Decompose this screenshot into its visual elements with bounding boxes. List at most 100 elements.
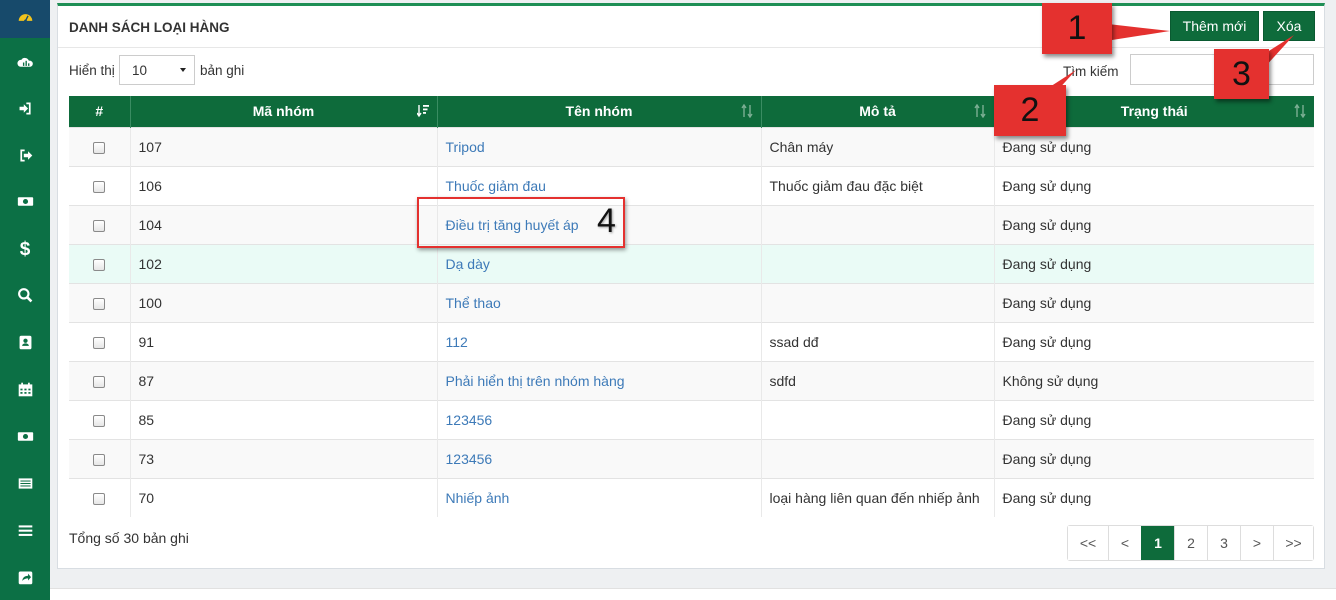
cell-description: ssad dđ: [761, 321, 995, 361]
cell-status: Đang sử dụng: [994, 204, 1314, 244]
pagination-page-3[interactable]: 3: [1207, 526, 1240, 560]
sidebar-item-money[interactable]: [0, 183, 50, 223]
cell-description: loại hàng liên quan đến nhiếp ảnh: [761, 477, 995, 517]
category-name-link[interactable]: Dạ dày: [446, 256, 490, 272]
sidebar-item-calendar[interactable]: [0, 371, 50, 411]
table-row: 100 Thể thao Đang sử dụng: [69, 282, 1314, 322]
cell-status: Đang sử dụng: [994, 477, 1314, 517]
cell-description: Thuốc giảm đau đặc biệt: [761, 165, 995, 205]
row-checkbox[interactable]: [93, 297, 106, 310]
category-name-link[interactable]: Thể thao: [446, 295, 501, 311]
cell-code: 100: [130, 282, 438, 322]
table-header-row: # Mã nhóm Tên nhóm Mô tả Trạng thái: [69, 96, 1314, 127]
sort-icon: [1294, 104, 1306, 118]
callout-1: 1: [1042, 3, 1112, 54]
table-row: 85 123456 Đang sử dụng: [69, 399, 1314, 439]
sidebar-item-money-2[interactable]: [0, 418, 50, 458]
sidebar-item-dollar[interactable]: $: [0, 230, 50, 270]
callout-2: 2: [994, 85, 1066, 136]
share-icon: [17, 569, 34, 589]
add-new-button[interactable]: Thêm mới: [1170, 11, 1259, 41]
table-row: 106 Thuốc giảm đau Thuốc giảm đau đặc bi…: [69, 165, 1314, 205]
category-name-link[interactable]: Thuốc giảm đau: [446, 178, 546, 194]
calendar-icon: [17, 381, 34, 401]
cell-code: 104: [130, 204, 438, 244]
cell-status: Đang sử dụng: [994, 438, 1314, 478]
page-size-select[interactable]: 10: [119, 55, 195, 85]
callout-4: 4: [597, 202, 616, 240]
sidebar-item-sign-out[interactable]: [0, 137, 50, 177]
category-name-link[interactable]: Nhiếp ảnh: [446, 490, 510, 506]
row-checkbox[interactable]: [93, 375, 106, 388]
cell-status: Đang sử dụng: [994, 282, 1314, 322]
sign-out-icon: [17, 147, 34, 167]
category-name-link[interactable]: 112: [446, 334, 468, 350]
sidebar-item-cloud-chart[interactable]: [0, 44, 50, 84]
table-row: 102 Dạ dày Đang sử dụng: [69, 243, 1314, 283]
sidebar-item-list[interactable]: [0, 465, 50, 505]
footer-strip: [50, 588, 1336, 600]
category-list-panel: DANH SÁCH LOẠI HÀNG Thêm mới Xóa Hiển th…: [57, 3, 1325, 569]
dashboard-icon: [17, 9, 34, 29]
cell-description: [761, 438, 995, 478]
cell-description: sdfd: [761, 360, 995, 400]
sort-icon: [740, 104, 753, 118]
pagination-first-button[interactable]: <<: [1068, 526, 1108, 560]
search-icon: [17, 287, 34, 307]
cell-status: Không sử dụng: [994, 360, 1314, 400]
table-row: 104 Điều trị tăng huyết áp Đang sử dụng: [69, 204, 1314, 244]
divider: [58, 47, 1324, 48]
row-checkbox[interactable]: [93, 453, 106, 466]
row-checkbox[interactable]: [93, 493, 106, 506]
cell-description: [761, 243, 995, 283]
cell-description: [761, 282, 995, 322]
chevron-down-icon: [180, 68, 186, 72]
sign-in-icon: [17, 100, 34, 120]
cell-code: 91: [130, 321, 438, 361]
contact-book-icon: [17, 334, 34, 354]
list-icon: [17, 475, 34, 495]
row-checkbox[interactable]: [93, 219, 106, 232]
category-name-link[interactable]: 123456: [446, 412, 493, 428]
row-checkbox[interactable]: [93, 336, 106, 349]
cell-description: [761, 399, 995, 439]
column-header-index: #: [69, 96, 131, 127]
category-name-link[interactable]: Tripod: [446, 139, 485, 155]
cell-code: 70: [130, 477, 438, 517]
sidebar-item-sign-in[interactable]: [0, 90, 50, 130]
column-header-description[interactable]: Mô tả: [761, 96, 995, 127]
column-header-name[interactable]: Tên nhóm: [437, 96, 762, 127]
callout-3: 3: [1214, 49, 1269, 99]
show-label: Hiển thị: [69, 63, 115, 78]
row-checkbox[interactable]: [93, 258, 106, 271]
pagination-prev-button[interactable]: <: [1108, 526, 1141, 560]
table-row: 107 Tripod Chân máy Đang sử dụng: [69, 126, 1314, 166]
row-checkbox[interactable]: [93, 141, 106, 154]
cell-status: Đang sử dụng: [994, 243, 1314, 283]
sidebar-item-contacts[interactable]: [0, 324, 50, 364]
money-icon: [17, 193, 34, 213]
row-checkbox[interactable]: [93, 180, 106, 193]
category-name-link[interactable]: Phải hiển thị trên nhóm hàng: [446, 373, 625, 389]
pagination-last-button[interactable]: >>: [1273, 526, 1313, 560]
pagination-page-1[interactable]: 1: [1141, 526, 1174, 560]
cell-status: Đang sử dụng: [994, 399, 1314, 439]
category-table: # Mã nhóm Tên nhóm Mô tả Trạng thái 107: [69, 96, 1314, 517]
table-row: 70 Nhiếp ảnh loại hàng liên quan đến nhi…: [69, 477, 1314, 517]
total-records-label: Tổng số 30 bản ghi: [69, 530, 189, 546]
sidebar-item-search[interactable]: [0, 277, 50, 317]
column-header-code[interactable]: Mã nhóm: [130, 96, 438, 127]
cell-code: 107: [130, 126, 438, 166]
dollar-icon: $: [19, 239, 31, 260]
delete-button[interactable]: Xóa: [1263, 11, 1315, 41]
row-checkbox[interactable]: [93, 414, 106, 427]
cell-description: Chân máy: [761, 126, 995, 166]
category-name-link[interactable]: 123456: [446, 451, 493, 467]
sidebar-item-share[interactable]: [0, 559, 50, 599]
sidebar-item-dashboard[interactable]: [0, 0, 50, 38]
pagination-next-button[interactable]: >: [1240, 526, 1273, 560]
search-label: Tìm kiếm: [1063, 64, 1119, 79]
sidebar-item-menu[interactable]: [0, 512, 50, 552]
cell-code: 85: [130, 399, 438, 439]
pagination-page-2[interactable]: 2: [1174, 526, 1207, 560]
